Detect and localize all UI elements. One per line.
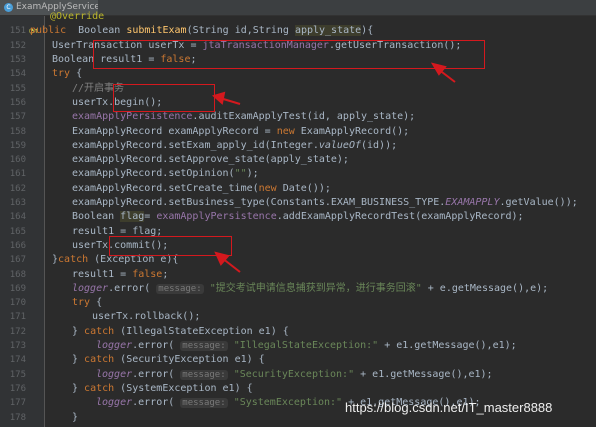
code-line: logger.error( message: "SecurityExceptio… (96, 368, 493, 380)
line-number: 155 (9, 83, 26, 94)
line-number: 154 (9, 69, 26, 80)
annotation-box-commit (109, 236, 232, 256)
code-line: } (72, 411, 79, 423)
line-number: 163 (9, 198, 26, 209)
line-number: 173 (9, 341, 26, 352)
java-file-icon: C (4, 3, 13, 12)
line-number: 171 (9, 312, 26, 323)
line-number: 156 (9, 97, 26, 108)
line-number: 164 (9, 212, 26, 223)
code-line: } catch (SecurityException e1) { (72, 354, 265, 366)
line-number: 152 (9, 40, 26, 51)
line-number: 170 (9, 298, 26, 309)
line-number: 168 (9, 269, 26, 280)
line-number: 167 (9, 255, 26, 266)
annotation-box-transaction-setup (93, 40, 485, 69)
line-number: 175 (9, 369, 26, 380)
line-number: 177 (9, 398, 26, 409)
code-line: result1 = false; (72, 268, 169, 280)
code-line: examApplyRecord.setBusiness_type(Constan… (72, 197, 578, 209)
line-number: 159 (9, 140, 26, 151)
code-line: examApplyRecord.setExam_apply_id(Integer… (72, 139, 398, 151)
code-line: ExamApplyRecord examApplyRecord = new Ex… (72, 125, 410, 137)
line-number: 162 (9, 183, 26, 194)
line-number: 160 (9, 155, 26, 166)
line-number: 176 (9, 383, 26, 394)
line-number: 169 (9, 283, 26, 294)
code-line: userTx.rollback(); (92, 311, 201, 323)
line-number: 161 (9, 169, 26, 180)
code-line: examApplyPersistence.auditExamApplyTest(… (72, 111, 416, 123)
code-line: Boolean flag= examApplyPersistence.addEx… (72, 211, 524, 223)
watermark-url: https://blog.csdn.net/IT_master8888 (345, 400, 553, 415)
annotation-box-begin (113, 84, 215, 112)
code-line: } catch (SystemException e1) { (72, 382, 253, 394)
code-editor[interactable]: @Override public Boolean submitExam(Strin… (30, 11, 596, 427)
code-line: } catch (IllegalStateException e1) { (72, 325, 289, 337)
line-number: 151 (9, 26, 26, 37)
code-line: try { (52, 68, 83, 80)
line-number: 165 (9, 226, 26, 237)
line-number: 174 (9, 355, 26, 366)
code-line: logger.error( message: "提交考试申请信息捕获到异常，进行… (72, 282, 549, 294)
code-line: logger.error( message: "IllegalStateExce… (96, 340, 517, 352)
line-number: 157 (9, 112, 26, 123)
line-number: 158 (9, 126, 26, 137)
code-line: @Override (50, 11, 105, 23)
code-line: try { (72, 297, 103, 309)
code-line: examApplyRecord.setCreate_time(new Date(… (72, 182, 331, 194)
line-number-gutter: 151 152 153 154 155 156 157 158 159 160 161 162 163 1… (0, 16, 45, 427)
line-number: 166 (9, 240, 26, 251)
line-number: 153 (9, 55, 26, 66)
line-number: 178 (9, 412, 26, 423)
code-line: examApplyRecord.setApprove_state(apply_s… (72, 154, 349, 166)
code-line: examApplyRecord.setOpinion(""); (72, 168, 259, 180)
line-number: 172 (9, 326, 26, 337)
code-line: public Boolean submitExam(String id,Stri… (30, 25, 374, 37)
